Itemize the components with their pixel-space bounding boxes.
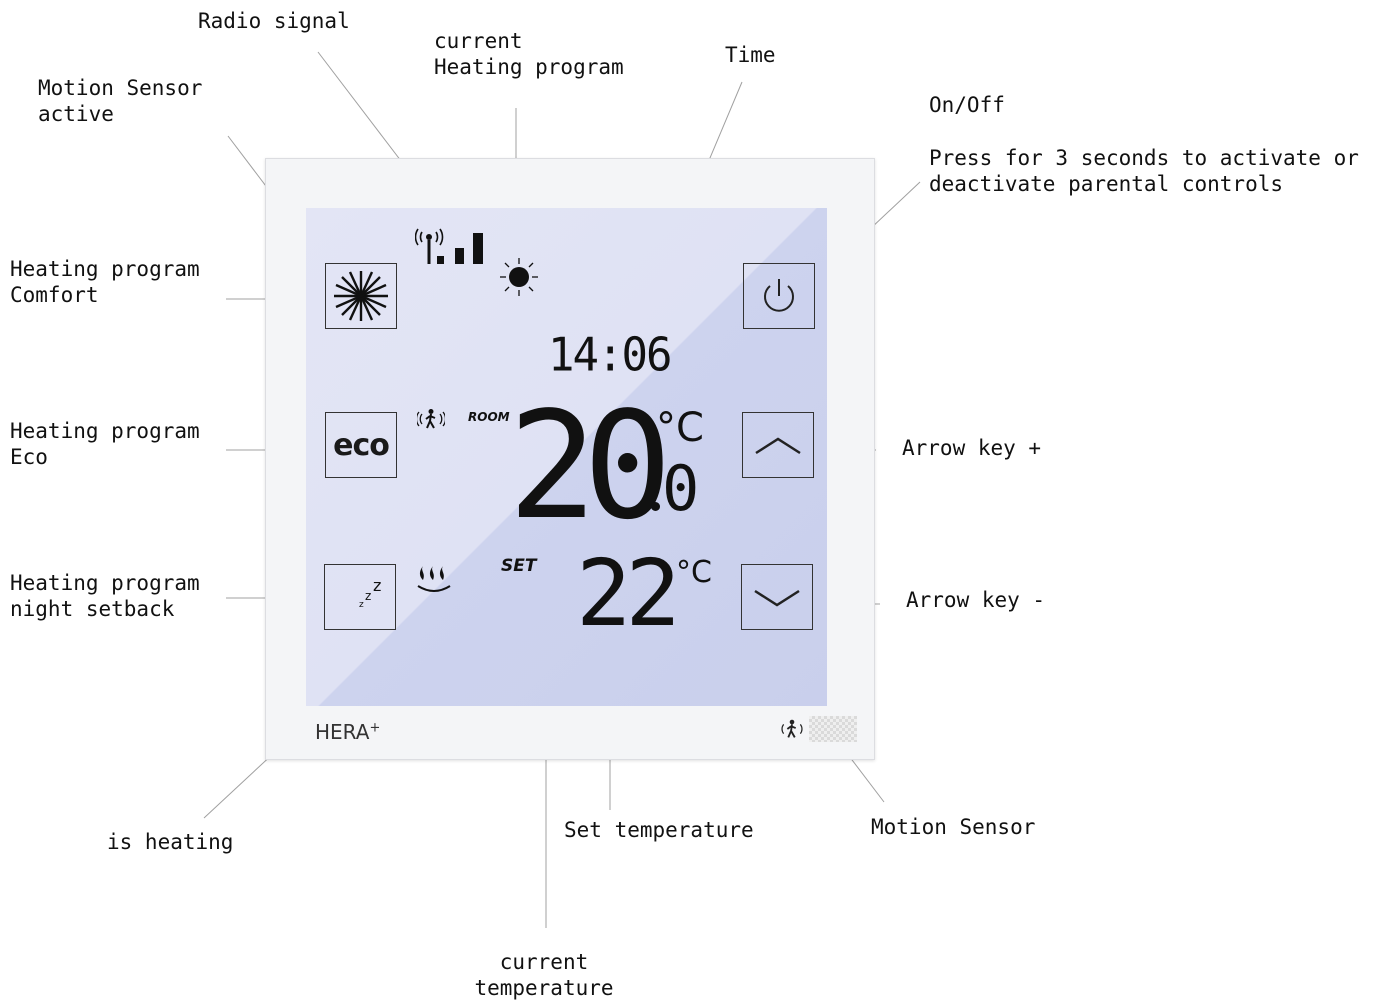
callout-night: Heating program night setback	[10, 571, 200, 621]
motion-sensor-window	[809, 716, 857, 742]
callout-radio-signal: Radio signal	[198, 9, 350, 33]
callout-current-temperature: current temperature	[474, 950, 614, 1000]
heat-waves-icon	[417, 566, 451, 592]
power-icon	[764, 279, 794, 312]
callout-time: Time	[725, 43, 776, 67]
callout-motion-active: Motion Sensor active	[38, 76, 203, 126]
asterisk-sun-icon	[334, 271, 388, 321]
moon-sleep-icon: z z z	[347, 576, 381, 616]
eco-button[interactable]: eco	[325, 412, 397, 478]
callout-parental: Press for 3 seconds to activate or deacti…	[929, 146, 1359, 196]
time-display: 14:06	[548, 328, 672, 383]
eco-icon: eco	[333, 427, 390, 463]
set-temperature: 22	[576, 540, 681, 647]
callout-set-temperature: Set temperature	[564, 818, 754, 842]
sun-icon	[500, 258, 538, 296]
arrow-down-button[interactable]	[741, 564, 813, 630]
callout-motion-sensor: Motion Sensor	[871, 815, 1036, 839]
chevron-up-icon	[755, 437, 801, 455]
chevron-down-icon	[754, 589, 800, 607]
callout-onoff: On/Off	[929, 93, 1005, 117]
callout-eco: Heating program Eco	[10, 419, 200, 469]
decimal-point	[651, 502, 660, 511]
callout-arrow-minus: Arrow key -	[906, 588, 1046, 612]
room-temperature-unit: °C	[656, 405, 704, 451]
comfort-button[interactable]	[325, 263, 397, 329]
callout-arrow-plus: Arrow key +	[902, 436, 1042, 460]
walking-person-icon	[417, 409, 445, 429]
svg-text:z: z	[359, 600, 364, 610]
room-label: ROOM	[468, 410, 510, 424]
callout-is-heating: is heating	[107, 830, 234, 854]
power-button[interactable]	[743, 263, 815, 329]
callout-comfort: Heating program Comfort	[10, 257, 200, 307]
brand-logo: HERA+	[315, 720, 381, 744]
arrow-up-button[interactable]	[742, 412, 814, 478]
signal-bars-icon	[415, 228, 483, 264]
set-temperature-unit: °C	[676, 555, 712, 590]
room-temperature: 20	[508, 380, 672, 552]
walking-person-icon	[781, 719, 803, 738]
svg-text:z: z	[373, 576, 381, 595]
callout-current-program: current Heating program	[434, 29, 624, 79]
room-temperature-decimal: 0	[662, 452, 700, 525]
svg-text:z: z	[365, 589, 371, 603]
night-setback-button[interactable]: z z z	[324, 564, 396, 630]
set-label: SET	[501, 556, 537, 576]
